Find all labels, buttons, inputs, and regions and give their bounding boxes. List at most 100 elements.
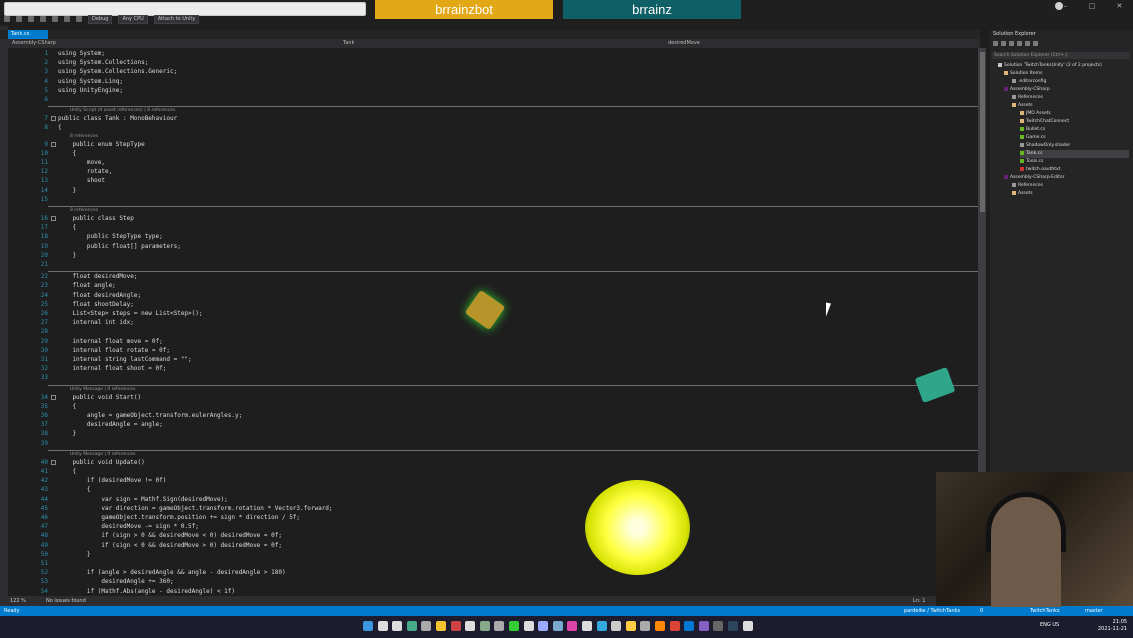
code-line[interactable]: {	[58, 150, 76, 157]
code-line[interactable]: float shootDelay;	[58, 301, 133, 308]
app-icon[interactable]	[552, 621, 563, 631]
app-icon[interactable]	[625, 621, 636, 631]
maximize-icon[interactable]: □	[1088, 2, 1095, 10]
project-dropdown[interactable]: Assembly-CSharp	[12, 40, 56, 46]
tree-item[interactable]: Tools.cs	[1020, 158, 1043, 166]
tree-item[interactable]: .editorconfig	[1012, 78, 1046, 86]
app-icon[interactable]	[479, 621, 490, 631]
tree-item[interactable]: Solution 'TwitchTanksUnity' (2 of 2 proj…	[998, 62, 1102, 70]
code-line[interactable]: using System.Collections;	[58, 59, 148, 66]
tree-item[interactable]: TwitchChatConnect	[1020, 118, 1069, 126]
tree-item[interactable]: Assembly-CSharp	[1004, 86, 1050, 94]
close-icon[interactable]: ✕	[1116, 2, 1122, 10]
code-line[interactable]: {	[58, 468, 76, 475]
file-explorer-icon[interactable]	[436, 621, 446, 631]
code-line[interactable]: float desiredAngle;	[58, 292, 141, 299]
platform-select[interactable]: Any CPU	[118, 14, 148, 24]
code-line[interactable]: if (sign > 0 && desiredMove < 0) desired…	[58, 532, 282, 539]
app-icon[interactable]	[465, 621, 476, 631]
tree-item[interactable]: Game.cs	[1020, 134, 1046, 142]
code-line[interactable]: public enum StepType	[58, 141, 144, 148]
toolbox-strip[interactable]	[0, 26, 8, 606]
app-icon[interactable]	[523, 621, 534, 631]
config-select[interactable]: Debug	[88, 14, 113, 24]
app-icon[interactable]	[640, 621, 651, 631]
codelens-references[interactable]: Unity Message | 0 references	[70, 387, 135, 392]
code-line[interactable]: {	[58, 403, 76, 410]
class-dropdown[interactable]: Tank	[343, 40, 354, 46]
sync-icon[interactable]	[1001, 41, 1006, 46]
unity-icon[interactable]	[742, 621, 753, 631]
code-line[interactable]: internal string lastCommand = "";	[58, 356, 191, 363]
code-line[interactable]: float angle;	[58, 282, 115, 289]
codelens-references[interactable]: Unity Message | 0 references	[70, 452, 135, 457]
code-line[interactable]: public void Start()	[58, 394, 141, 401]
code-line[interactable]: desiredAngle += 360;	[58, 578, 173, 585]
codelens-references[interactable]: Unity Script (4 asset references) | 8 re…	[70, 108, 175, 113]
code-line[interactable]: internal int idx;	[58, 319, 133, 326]
chrome-icon[interactable]	[669, 621, 680, 631]
tree-item[interactable]: References	[1012, 94, 1043, 102]
code-line[interactable]: internal float shoot = 0f;	[58, 365, 166, 372]
app-icon[interactable]	[509, 621, 519, 631]
code-line[interactable]: rotate,	[58, 168, 112, 175]
tab-tank-cs[interactable]: Tank.cs	[8, 30, 48, 39]
home-icon[interactable]	[993, 41, 998, 46]
redo-icon[interactable]	[76, 16, 82, 22]
codelens-references[interactable]: 8 references	[70, 208, 98, 213]
code-line[interactable]: angle = gameObject.transform.eulerAngles…	[58, 412, 242, 419]
codelens-references[interactable]: 8 references	[70, 134, 98, 139]
code-line[interactable]: float desiredMove;	[58, 273, 137, 280]
branch-label[interactable]: master	[1085, 608, 1103, 614]
tree-item[interactable]: ShadowOnly.shader	[1020, 142, 1070, 150]
fold-toggle-icon[interactable]	[51, 216, 56, 221]
code-line[interactable]: if (Mathf.Abs(angle - desiredAngle) < 1f…	[58, 588, 235, 595]
project-label[interactable]: TwitchTanks	[1030, 608, 1060, 614]
tree-item[interactable]: Bullet.cs	[1020, 126, 1045, 134]
forward-icon[interactable]	[16, 16, 22, 22]
code-line[interactable]: {	[58, 124, 62, 131]
tree-item[interactable]: Solution Items	[1004, 70, 1042, 78]
region-indicator[interactable]: US	[1052, 622, 1059, 628]
refresh-icon[interactable]	[1009, 41, 1014, 46]
vscode-icon[interactable]	[684, 621, 695, 631]
visual-studio-icon[interactable]	[698, 621, 709, 631]
code-line[interactable]: using System;	[58, 50, 105, 57]
issues-indicator[interactable]: No issues found	[46, 598, 86, 604]
code-line[interactable]: }	[58, 252, 76, 259]
code-line[interactable]: shoot	[58, 177, 105, 184]
solution-explorer-search[interactable]: Search Solution Explorer (Ctrl+;)	[992, 52, 1130, 59]
tree-item[interactable]: JMO Assets	[1020, 110, 1051, 118]
tree-item[interactable]: References	[1012, 182, 1043, 190]
widgets-icon[interactable]	[406, 621, 417, 631]
code-line[interactable]: if (desiredMove != 0f)	[58, 477, 166, 484]
fold-toggle-icon[interactable]	[51, 141, 56, 147]
tree-item[interactable]: Assets	[1012, 190, 1033, 198]
clock[interactable]: 21:05 2021-11-21	[1098, 619, 1127, 633]
pending-count[interactable]: 0	[980, 608, 983, 614]
fold-toggle-icon[interactable]	[51, 459, 56, 465]
code-line[interactable]: gameObject.transform.position += sign * …	[58, 514, 300, 521]
code-line[interactable]: public class Step	[58, 215, 133, 222]
code-line[interactable]: using UnityEngine;	[58, 87, 123, 94]
save-all-icon[interactable]	[52, 16, 58, 22]
app-icon[interactable]	[596, 621, 607, 631]
app-icon[interactable]	[582, 621, 592, 631]
collapse-icon[interactable]	[1017, 41, 1022, 46]
tree-item[interactable]: Assembly-CSharp-Editor	[1004, 174, 1065, 182]
code-line[interactable]: using System.Linq;	[58, 78, 123, 85]
code-line[interactable]: internal float move = 0f;	[58, 338, 162, 345]
code-line[interactable]: using System.Collections.Generic;	[58, 68, 177, 75]
tree-item-selected[interactable]: Tank.cs	[1020, 150, 1129, 158]
app-icon[interactable]	[538, 621, 549, 631]
code-line[interactable]: desiredAngle = angle;	[58, 421, 163, 428]
app-icon[interactable]	[494, 621, 505, 631]
member-dropdown[interactable]: desiredMove	[668, 40, 700, 46]
language-indicator[interactable]: ENG	[1040, 622, 1051, 628]
code-line[interactable]: internal float rotate = 0f;	[58, 347, 170, 354]
code-line[interactable]: public float[] parameters;	[58, 243, 181, 250]
app-icon[interactable]	[567, 621, 578, 631]
tree-item[interactable]: Assets	[1012, 102, 1033, 110]
repo-label[interactable]: pardeike / TwitchTanks	[904, 608, 960, 614]
code-line[interactable]: public StepType type;	[58, 233, 163, 240]
